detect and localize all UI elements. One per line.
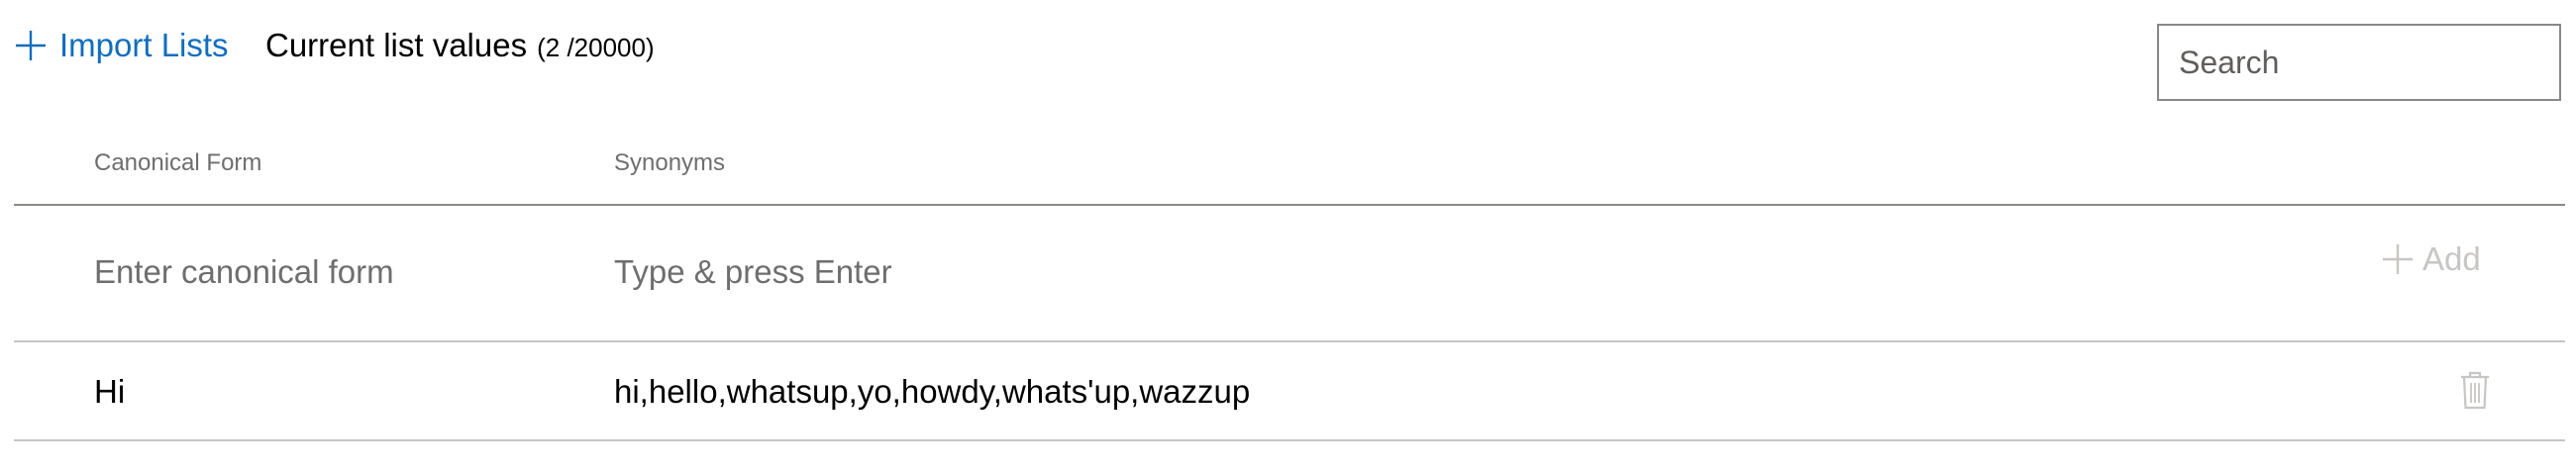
add-label: Add — [2422, 240, 2481, 277]
import-lists-label: Import Lists — [59, 27, 229, 63]
list-title: Current list values (2 /20000) — [265, 26, 655, 65]
synonyms-cell[interactable]: hi,hello,whatsup,yo,howdy,whats'up,wazzu… — [614, 372, 1250, 412]
search-input[interactable] — [2157, 24, 2561, 101]
column-header-synonyms[interactable]: Synonyms — [614, 148, 725, 178]
plus-icon — [2383, 244, 2413, 274]
add-button[interactable]: Add — [2381, 239, 2481, 279]
synonyms-input[interactable] — [614, 247, 2298, 297]
list-title-text: Current list values — [265, 27, 528, 63]
canonical-form-cell[interactable]: Hi — [94, 372, 125, 412]
table-row[interactable]: Hi hi,hello,whatsup,yo,howdy,whats'up,wa… — [14, 342, 2565, 439]
row-divider — [14, 439, 2565, 441]
import-lists-button[interactable]: Import Lists — [14, 26, 229, 65]
canonical-form-input[interactable] — [94, 247, 569, 297]
list-count: (2 /20000) — [537, 33, 655, 62]
list-values-page: Import Lists Current list values (2 /200… — [0, 0, 2576, 475]
toolbar: Import Lists Current list values (2 /200… — [0, 0, 2576, 109]
column-header-canonical-form[interactable]: Canonical Form — [94, 148, 261, 178]
plus-icon — [16, 31, 46, 60]
trash-icon[interactable] — [2455, 368, 2495, 412]
new-entry-row: Add — [14, 206, 2565, 340]
